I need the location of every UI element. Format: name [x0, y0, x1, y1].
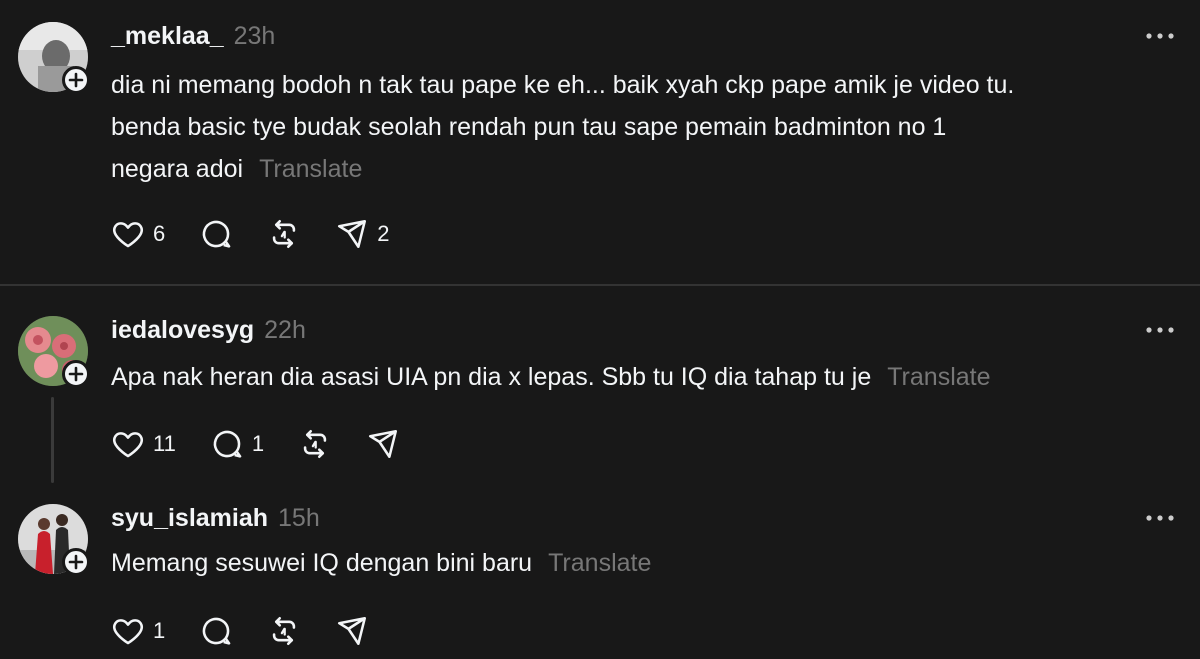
- like-button[interactable]: 11: [111, 426, 176, 462]
- share-count: 2: [377, 221, 390, 246]
- post-text-line: Memang sesuwei IQ dengan bini baru Transl…: [111, 542, 1170, 584]
- post-text-line: negara adoi Translate: [111, 148, 1170, 190]
- post-meklaa: _meklaa_ 23h dia ni memang bodoh n tak t…: [0, 0, 1200, 284]
- post-text-line: dia ni memang bodoh n tak tau pape ke eh…: [111, 71, 1015, 99]
- repost-icon: [273, 219, 296, 249]
- like-count: 1: [153, 618, 166, 643]
- follow-button[interactable]: [62, 360, 90, 388]
- like-count: 6: [153, 221, 166, 246]
- translate-link[interactable]: Translate: [887, 363, 990, 391]
- follow-button[interactable]: [62, 66, 90, 94]
- timestamp[interactable]: 15h: [278, 504, 320, 533]
- username[interactable]: iedalovesyg: [111, 316, 254, 345]
- post-header: iedalovesyg 22h: [111, 316, 306, 345]
- send-icon: [338, 219, 367, 249]
- post-text-line: Apa nak heran dia asasi UIA pn dia x lep…: [111, 356, 1170, 398]
- more-button[interactable]: [1142, 24, 1178, 48]
- post-text-segment: Memang sesuwei IQ dengan bini baru: [111, 549, 533, 577]
- post-text: dia ni memang bodoh n tak tau pape ke eh…: [111, 64, 1170, 190]
- like-button[interactable]: 6: [111, 216, 165, 252]
- plus-icon: [68, 554, 84, 570]
- follow-button[interactable]: [62, 548, 90, 576]
- more-button[interactable]: [1142, 318, 1178, 342]
- repost-icon: [273, 616, 296, 646]
- username[interactable]: syu_islamiah: [111, 504, 268, 533]
- action-bar: 6 2: [111, 216, 424, 252]
- reply-button[interactable]: [199, 216, 233, 252]
- comment-icon: [213, 430, 242, 458]
- repost-button[interactable]: [267, 613, 301, 649]
- post-header: _meklaa_ 23h: [111, 22, 275, 51]
- plus-icon: [68, 366, 84, 382]
- heart-icon: [113, 222, 143, 248]
- post-text-segment: negara adoi: [111, 155, 244, 183]
- repost-button[interactable]: [298, 426, 332, 462]
- reply-button[interactable]: [199, 613, 233, 649]
- post-syu-islamiah: syu_islamiah 15h Memang sesuwei IQ denga…: [0, 496, 1200, 659]
- more-dots-icon: [1146, 33, 1174, 39]
- comment-icon: [202, 617, 231, 645]
- action-bar: 11 1: [111, 426, 434, 462]
- plus-icon: [68, 72, 84, 88]
- translate-link[interactable]: Translate: [548, 549, 651, 577]
- like-count: 11: [153, 431, 176, 456]
- repost-button[interactable]: [267, 216, 301, 252]
- send-icon: [338, 616, 367, 646]
- share-button[interactable]: [335, 613, 369, 649]
- username[interactable]: _meklaa_: [111, 22, 224, 51]
- share-button[interactable]: [366, 426, 400, 462]
- post-text: Memang sesuwei IQ dengan bini baru Transl…: [111, 542, 1170, 584]
- post-header: syu_islamiah 15h: [111, 504, 320, 533]
- timestamp[interactable]: 23h: [234, 22, 276, 51]
- timestamp[interactable]: 22h: [264, 316, 306, 345]
- share-button[interactable]: 2: [335, 216, 390, 252]
- more-button[interactable]: [1142, 506, 1178, 530]
- heart-icon: [113, 619, 143, 645]
- action-bar: 1: [111, 613, 403, 649]
- post-iedalovesyg: iedalovesyg 22h Apa nak heran dia asasi …: [0, 286, 1200, 496]
- post-text: Apa nak heran dia asasi UIA pn dia x lep…: [111, 356, 1170, 398]
- more-dots-icon: [1146, 327, 1174, 333]
- comment-icon: [202, 220, 231, 248]
- post-text-segment: Apa nak heran dia asasi UIA pn dia x lep…: [111, 363, 872, 391]
- repost-icon: [303, 429, 327, 459]
- reply-button[interactable]: 1: [210, 426, 264, 462]
- send-icon: [369, 429, 398, 459]
- post-text-line: benda basic tye budak seolah rendah pun …: [111, 113, 947, 141]
- like-button[interactable]: 1: [111, 613, 165, 649]
- reply-count: 1: [251, 431, 265, 456]
- more-dots-icon: [1146, 515, 1174, 521]
- heart-icon: [113, 432, 143, 458]
- thread-line: [51, 397, 54, 483]
- translate-link[interactable]: Translate: [259, 155, 362, 183]
